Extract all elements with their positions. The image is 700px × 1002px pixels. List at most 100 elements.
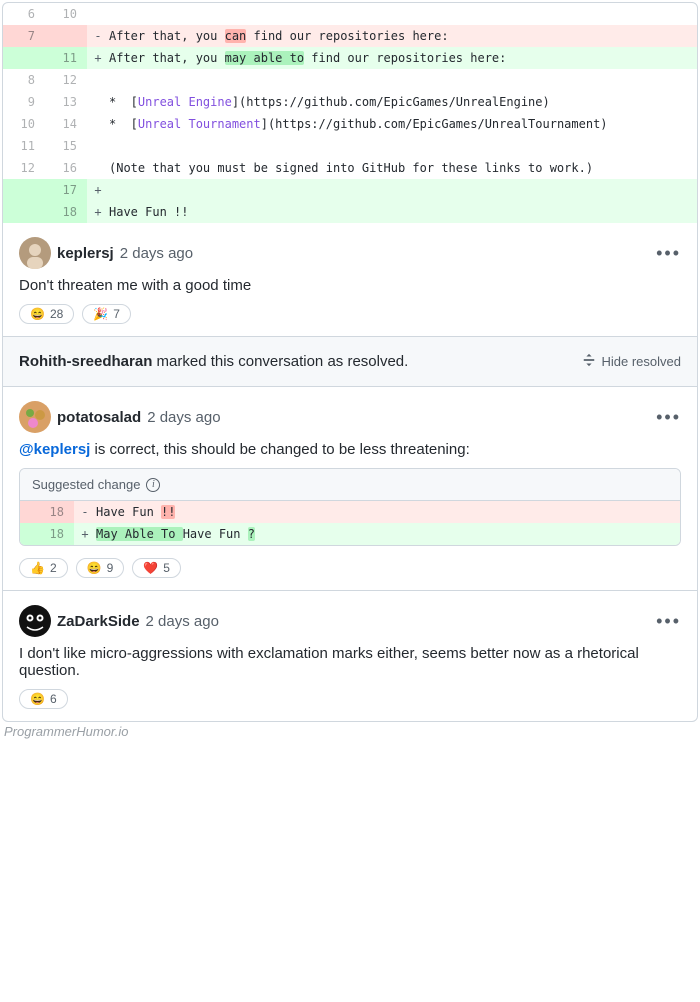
reaction-emoji-icon: 😄 bbox=[30, 307, 45, 321]
comment-potatosalad: potatosalad 2 days ago ••• @keplersj is … bbox=[3, 387, 697, 590]
suggest-line: 18+May Able To Have Fun ? bbox=[20, 523, 680, 545]
comment-body: @keplersj is correct, this should be cha… bbox=[19, 441, 681, 458]
code-content: (Note that you must be signed into GitHu… bbox=[109, 157, 697, 179]
code-content bbox=[109, 3, 697, 25]
reaction-button[interactable]: 😄6 bbox=[19, 689, 68, 709]
line-number-new bbox=[45, 25, 87, 47]
reaction-count: 7 bbox=[113, 307, 120, 321]
line-number-old: 9 bbox=[3, 91, 45, 113]
comment-author[interactable]: potatosalad bbox=[57, 409, 141, 426]
code-content: After that, you may able to find our rep… bbox=[109, 47, 697, 69]
line-number-old bbox=[3, 47, 45, 69]
line-number-new: 12 bbox=[45, 69, 87, 91]
reaction-emoji-icon: 😄 bbox=[30, 692, 45, 706]
avatar[interactable] bbox=[19, 605, 51, 637]
line-number-new: 17 bbox=[45, 179, 87, 201]
code-content: Have Fun !! bbox=[96, 501, 680, 523]
reaction-button[interactable]: 🎉7 bbox=[82, 304, 131, 324]
diff-table: 6107-After that, you can find our reposi… bbox=[3, 3, 697, 223]
suggested-change-box: Suggested change i 18-Have Fun !!18+May … bbox=[19, 468, 681, 546]
line-number-old: 7 bbox=[3, 25, 45, 47]
code-content: Have Fun !! bbox=[109, 201, 697, 223]
reaction-count: 9 bbox=[107, 561, 114, 575]
diff-marker: + bbox=[74, 523, 96, 545]
diff-marker: + bbox=[87, 201, 109, 223]
diff-marker bbox=[87, 3, 109, 25]
watermark: ProgrammerHumor.io bbox=[0, 722, 700, 741]
diff-marker: + bbox=[87, 47, 109, 69]
diff-marker: + bbox=[87, 179, 109, 201]
line-number-old: 10 bbox=[3, 113, 45, 135]
diff-line: 7 -After that, you can find our repositor… bbox=[3, 25, 697, 47]
reactions-bar: 😄6 bbox=[19, 689, 681, 709]
reaction-emoji-icon: ❤️ bbox=[143, 561, 158, 575]
comment-body: I don't like micro-aggressions with excl… bbox=[19, 645, 681, 679]
comment-author[interactable]: ZaDarkSide bbox=[57, 613, 140, 630]
reaction-emoji-icon: 😄 bbox=[87, 561, 102, 575]
diff-marker: - bbox=[74, 501, 96, 523]
line-number: 18 bbox=[20, 501, 74, 523]
code-content: May Able To Have Fun ? bbox=[96, 523, 680, 545]
reaction-count: 28 bbox=[50, 307, 63, 321]
diff-line: 812 bbox=[3, 69, 697, 91]
line-number-old bbox=[3, 201, 45, 223]
comment-time: 2 days ago bbox=[120, 245, 193, 262]
reaction-emoji-icon: 🎉 bbox=[93, 307, 108, 321]
code-content bbox=[109, 179, 697, 201]
diff-marker: - bbox=[87, 25, 109, 47]
diff-marker bbox=[87, 91, 109, 113]
line-number-old: 12 bbox=[3, 157, 45, 179]
user-mention[interactable]: @keplersj bbox=[19, 441, 90, 458]
comment-menu-icon[interactable]: ••• bbox=[656, 407, 681, 428]
suggested-change-header: Suggested change i bbox=[20, 469, 680, 501]
line-number-new: 10 bbox=[45, 3, 87, 25]
code-content: * [Unreal Tournament](https://github.com… bbox=[109, 113, 697, 135]
comment-time: 2 days ago bbox=[147, 409, 220, 426]
reactions-bar: 👍2😄9❤️5 bbox=[19, 558, 681, 578]
resolved-bar: Rohith-sreedharan marked this conversati… bbox=[3, 336, 697, 387]
diff-line: 913 * [Unreal Engine](https://github.com/… bbox=[3, 91, 697, 113]
diff-marker bbox=[87, 69, 109, 91]
line-number-new: 11 bbox=[45, 47, 87, 69]
reaction-button[interactable]: 👍2 bbox=[19, 558, 68, 578]
reaction-count: 2 bbox=[50, 561, 57, 575]
comment-body: Don't threaten me with a good time bbox=[19, 277, 681, 294]
diff-line: 17+ bbox=[3, 179, 697, 201]
reaction-button[interactable]: ❤️ 5 bbox=[132, 558, 181, 578]
diff-line: 1115 bbox=[3, 135, 697, 157]
code-content: After that, you can find our repositorie… bbox=[109, 25, 697, 47]
reaction-count: 5 bbox=[163, 561, 170, 575]
avatar[interactable] bbox=[19, 401, 51, 433]
comment-keplersj: keplersj 2 days ago ••• Don't threaten m… bbox=[3, 223, 697, 336]
diff-line: 1216 (Note that you must be signed into G… bbox=[3, 157, 697, 179]
line-number-new: 15 bbox=[45, 135, 87, 157]
hide-resolved-button[interactable]: Hide resolved bbox=[582, 353, 682, 370]
info-icon[interactable]: i bbox=[146, 478, 160, 492]
line-number-old bbox=[3, 179, 45, 201]
diff-line: 11+After that, you may able to find our … bbox=[3, 47, 697, 69]
suggest-line: 18-Have Fun !! bbox=[20, 501, 680, 523]
line-number-new: 18 bbox=[45, 201, 87, 223]
line-number-new: 16 bbox=[45, 157, 87, 179]
resolved-suffix: marked this conversation as resolved. bbox=[152, 353, 408, 370]
line-number-new: 14 bbox=[45, 113, 87, 135]
comment-menu-icon[interactable]: ••• bbox=[656, 611, 681, 632]
reactions-bar: 😄28🎉7 bbox=[19, 304, 681, 324]
line-number-new: 13 bbox=[45, 91, 87, 113]
diff-line: 610 bbox=[3, 3, 697, 25]
diff-marker bbox=[87, 157, 109, 179]
collapse-icon bbox=[582, 353, 596, 370]
code-content bbox=[109, 135, 697, 157]
diff-marker bbox=[87, 135, 109, 157]
avatar[interactable] bbox=[19, 237, 51, 269]
resolved-user[interactable]: Rohith-sreedharan bbox=[19, 353, 152, 370]
code-content: * [Unreal Engine](https://github.com/Epi… bbox=[109, 91, 697, 113]
reaction-button[interactable]: 😄9 bbox=[76, 558, 125, 578]
reaction-emoji-icon: 👍 bbox=[30, 561, 45, 575]
reaction-count: 6 bbox=[50, 692, 57, 706]
comment-author[interactable]: keplersj bbox=[57, 245, 114, 262]
reaction-button[interactable]: 😄 28 bbox=[19, 304, 74, 324]
code-content bbox=[109, 69, 697, 91]
comment-menu-icon[interactable]: ••• bbox=[656, 243, 681, 264]
line-number-old: 6 bbox=[3, 3, 45, 25]
